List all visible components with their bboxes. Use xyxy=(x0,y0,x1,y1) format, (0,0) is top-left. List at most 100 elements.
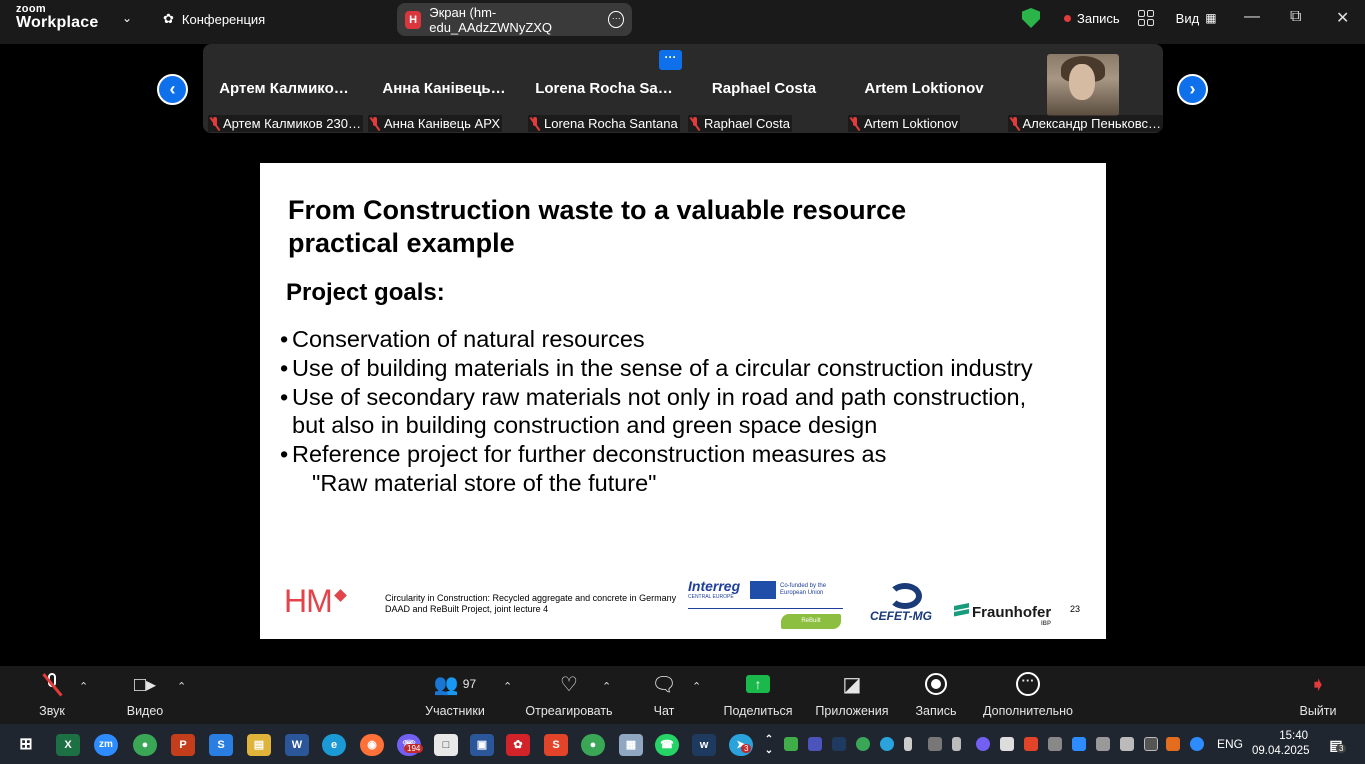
participant-label: Lorena Rocha Santana xyxy=(528,115,680,132)
camera-tray-icon[interactable] xyxy=(1096,737,1110,751)
network-tray-icon[interactable] xyxy=(1072,737,1086,751)
apps-icon: ◪ xyxy=(842,673,862,696)
participant-label: Анна Канівець АРХ xyxy=(368,115,502,132)
battery-tray-icon[interactable] xyxy=(1000,737,1014,751)
powerpoint-icon[interactable]: P xyxy=(171,734,195,756)
app-tray-icon[interactable] xyxy=(1024,737,1038,751)
speaker-tray-icon[interactable] xyxy=(1166,737,1180,751)
participant-label-text: Артем Калмиков 230… xyxy=(222,116,361,131)
webex-tray-icon[interactable] xyxy=(832,737,846,751)
record-icon xyxy=(925,673,947,695)
participant-tile[interactable]: Анна Канівець… Анна Канівець АРХ xyxy=(364,44,524,133)
slide-bullet-list: Conservation of natural resources Use of… xyxy=(280,325,1033,498)
participant-name: Raphael Costa xyxy=(711,80,817,97)
react-label: Отреагировать xyxy=(525,704,613,718)
edge-icon[interactable]: e xyxy=(322,734,346,756)
participant-tile[interactable]: Artem Loktionov Artem Loktionov xyxy=(844,44,1004,133)
excel-icon[interactable]: X xyxy=(56,734,80,756)
zoom-taskbar-icon[interactable]: zm xyxy=(94,734,118,756)
exit-icon: ➧ xyxy=(1309,673,1327,696)
chrome-icon[interactable]: ● xyxy=(133,734,157,756)
display-tray-icon[interactable] xyxy=(928,737,942,751)
bullet-item: Use of secondary raw materials not only … xyxy=(280,383,1033,412)
tray-app-icon[interactable] xyxy=(784,737,798,751)
document-icon[interactable]: □ xyxy=(434,734,458,756)
participants-options-caret-icon[interactable]: ⌃ xyxy=(503,680,512,693)
chevron-down-icon[interactable]: ⌄ xyxy=(122,11,132,25)
mic-muted-icon xyxy=(530,116,540,131)
volume-tray-icon[interactable] xyxy=(1120,737,1134,751)
clock-time: 15:40 xyxy=(1279,730,1308,742)
react-options-caret-icon[interactable]: ⌃ xyxy=(602,680,611,693)
close-icon[interactable]: ✕ xyxy=(1336,8,1349,28)
file-explorer-icon[interactable]: ▤ xyxy=(247,734,271,756)
participants-button[interactable]: 👥 97 Участники xyxy=(418,666,492,724)
slide-footer: Circularity in Construction: Recycled ag… xyxy=(385,593,676,615)
webex-icon[interactable]: w xyxy=(692,734,716,756)
view-label[interactable]: Вид xyxy=(1176,11,1200,26)
gallery-next-button[interactable]: › xyxy=(1177,74,1208,105)
whatsapp-icon[interactable]: ☎ xyxy=(655,734,679,756)
shield-icon[interactable] xyxy=(1022,8,1040,28)
chrome-profile-icon[interactable]: ● xyxy=(581,734,605,756)
slide-page-number: 23 xyxy=(1070,604,1081,614)
minimize-icon[interactable]: — xyxy=(1244,8,1260,26)
chat-button[interactable]: 🗨 Чат xyxy=(644,666,684,724)
grid-icon[interactable] xyxy=(1137,10,1154,26)
screen-tab-label: Экран (hm-edu_AAdzZWNyZXQ xyxy=(429,4,553,35)
archive-icon[interactable]: ▦ xyxy=(619,734,643,756)
chat-options-caret-icon[interactable]: ⌃ xyxy=(692,680,701,693)
participant-tile[interactable]: Артем Калмико… Артем Калмиков 230… xyxy=(204,44,364,133)
audio-options-caret-icon[interactable]: ⌃ xyxy=(79,680,88,693)
apps-button[interactable]: ◪ Приложения xyxy=(812,666,892,724)
record-button[interactable]: Запись xyxy=(910,666,962,724)
participant-tile[interactable]: Raphael Costa Raphael Costa xyxy=(684,44,844,133)
participant-tile[interactable]: Lorena Rocha Sa… Lorena Rocha Santana xyxy=(524,44,684,133)
slides-icon[interactable]: S xyxy=(544,734,568,756)
sway-icon[interactable]: S xyxy=(209,734,233,756)
meeting-toolbar: Звук ⌃ □▸ Видео ⌃ 👥 97 Участники ⌃ ♡ Отре… xyxy=(0,666,1365,724)
recording-label[interactable]: Запись xyxy=(1077,11,1120,26)
view-grid-icon[interactable]: ▦ xyxy=(1205,11,1216,25)
bullet-item: Conservation of natural resources xyxy=(280,325,1033,354)
rebuilt-logo: ReBuilt xyxy=(781,614,841,629)
meeting-button[interactable]: ✿ Конференция xyxy=(163,11,265,27)
tray-expand-icon[interactable]: ⌃ ⌄ xyxy=(762,734,776,756)
participants-count: 97 xyxy=(462,677,477,691)
word-icon[interactable]: W xyxy=(285,734,309,756)
gallery-prev-button[interactable]: ‹ xyxy=(157,74,188,105)
audio-button[interactable]: Звук xyxy=(30,666,74,724)
app-icon[interactable]: ✿ xyxy=(506,734,530,756)
screen-share-tab[interactable]: H Экран (hm-edu_AAdzZWNyZXQ ··· xyxy=(397,3,632,36)
video-options-caret-icon[interactable]: ⌃ xyxy=(177,680,186,693)
audio-label: Звук xyxy=(39,704,65,718)
share-button[interactable]: ↑ Поделиться xyxy=(722,666,794,724)
slide-footer-line2: DAAD and ReBuilt Project, joint lecture … xyxy=(385,604,549,614)
save-icon[interactable]: ▣ xyxy=(470,734,494,756)
share-label: Поделиться xyxy=(723,704,793,718)
leave-button[interactable]: ➧ Выйти xyxy=(1296,666,1340,724)
viber-tray-icon[interactable] xyxy=(976,737,990,751)
language-indicator[interactable]: ENG xyxy=(1217,737,1243,751)
telegram-tray-icon[interactable] xyxy=(880,737,894,751)
wifi-tray-icon[interactable] xyxy=(1048,737,1062,751)
participant-tile[interactable]: Александр Пеньковс… xyxy=(1004,44,1163,133)
windows-start-icon[interactable]: ⊞ xyxy=(14,734,38,756)
video-button[interactable]: □▸ Видео xyxy=(122,666,168,724)
bullet-continuation: "Raw material store of the future" xyxy=(312,469,657,496)
react-button[interactable]: ♡ Отреагировать xyxy=(524,666,614,724)
firefox-icon[interactable]: ◉ xyxy=(360,734,384,756)
system-clock[interactable]: 15:40 09.04.2025 xyxy=(1252,729,1310,759)
share-screen-icon: ↑ xyxy=(746,675,770,693)
microphone-tray-icon[interactable] xyxy=(904,737,912,751)
teams-tray-icon[interactable] xyxy=(808,737,822,751)
more-button[interactable]: ··· Дополнительно xyxy=(980,666,1076,724)
chrome-tray-icon[interactable] xyxy=(856,737,870,751)
more-options-icon[interactable]: ··· xyxy=(608,11,624,28)
recording-dot-icon xyxy=(1064,14,1071,22)
security-tray-icon[interactable] xyxy=(1144,737,1158,751)
zoom-tray-icon[interactable] xyxy=(1190,737,1204,751)
restore-icon[interactable]: ⧉ xyxy=(1290,8,1301,26)
participant-label: Артем Калмиков 230… xyxy=(208,115,363,132)
usb-tray-icon[interactable] xyxy=(952,737,961,751)
